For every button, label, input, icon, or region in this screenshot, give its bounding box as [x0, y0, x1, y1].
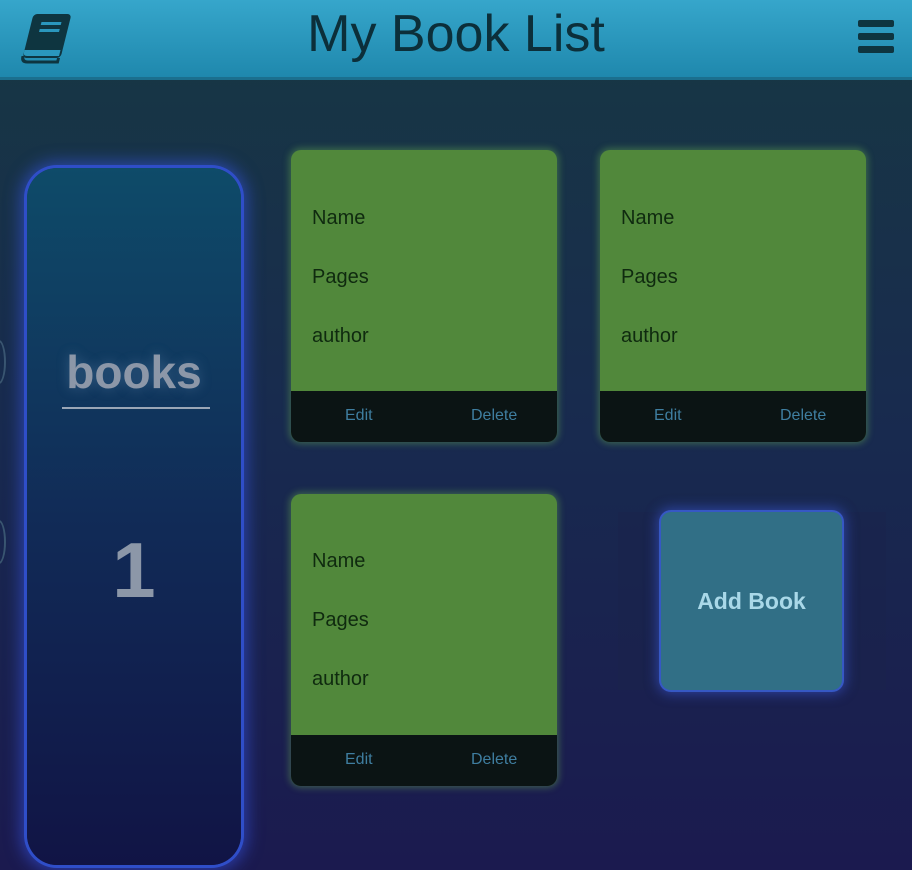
book-card: Name Pages author Edit Delete: [291, 494, 557, 786]
book-name: Name: [621, 207, 675, 229]
edit-button[interactable]: Edit: [654, 406, 682, 426]
book-author: author: [312, 325, 369, 347]
delete-button[interactable]: Delete: [780, 406, 826, 426]
divider: [62, 407, 210, 409]
add-book-button[interactable]: Add Book: [661, 512, 842, 690]
add-book-label: Add Book: [697, 587, 806, 614]
card-footer: Edit Delete: [600, 391, 866, 442]
hamburger-menu-icon[interactable]: [858, 20, 894, 54]
app-header: My Book List: [0, 0, 912, 80]
book-count-label: books: [66, 346, 202, 398]
app-title: My Book List: [307, 5, 605, 63]
edge-artifact: [0, 520, 6, 564]
card-footer: Edit Delete: [291, 391, 557, 442]
book-pages: Pages: [312, 609, 369, 631]
book-count-panel: books 1: [27, 168, 241, 865]
book-pages: Pages: [312, 266, 369, 288]
card-footer: Edit Delete: [291, 735, 557, 786]
book-pages: Pages: [621, 266, 678, 288]
book-author: author: [312, 668, 369, 690]
delete-button[interactable]: Delete: [471, 750, 517, 770]
book-name: Name: [312, 207, 366, 229]
edit-button[interactable]: Edit: [345, 406, 373, 426]
book-card: Name Pages author Edit Delete: [600, 150, 866, 442]
book-name: Name: [312, 550, 366, 572]
book-count-value: 1: [112, 526, 156, 614]
book-card: Name Pages author Edit Delete: [291, 150, 557, 442]
edge-artifact: [0, 340, 6, 384]
book-author: author: [621, 325, 678, 347]
edit-button[interactable]: Edit: [345, 750, 373, 770]
delete-button[interactable]: Delete: [471, 406, 517, 426]
